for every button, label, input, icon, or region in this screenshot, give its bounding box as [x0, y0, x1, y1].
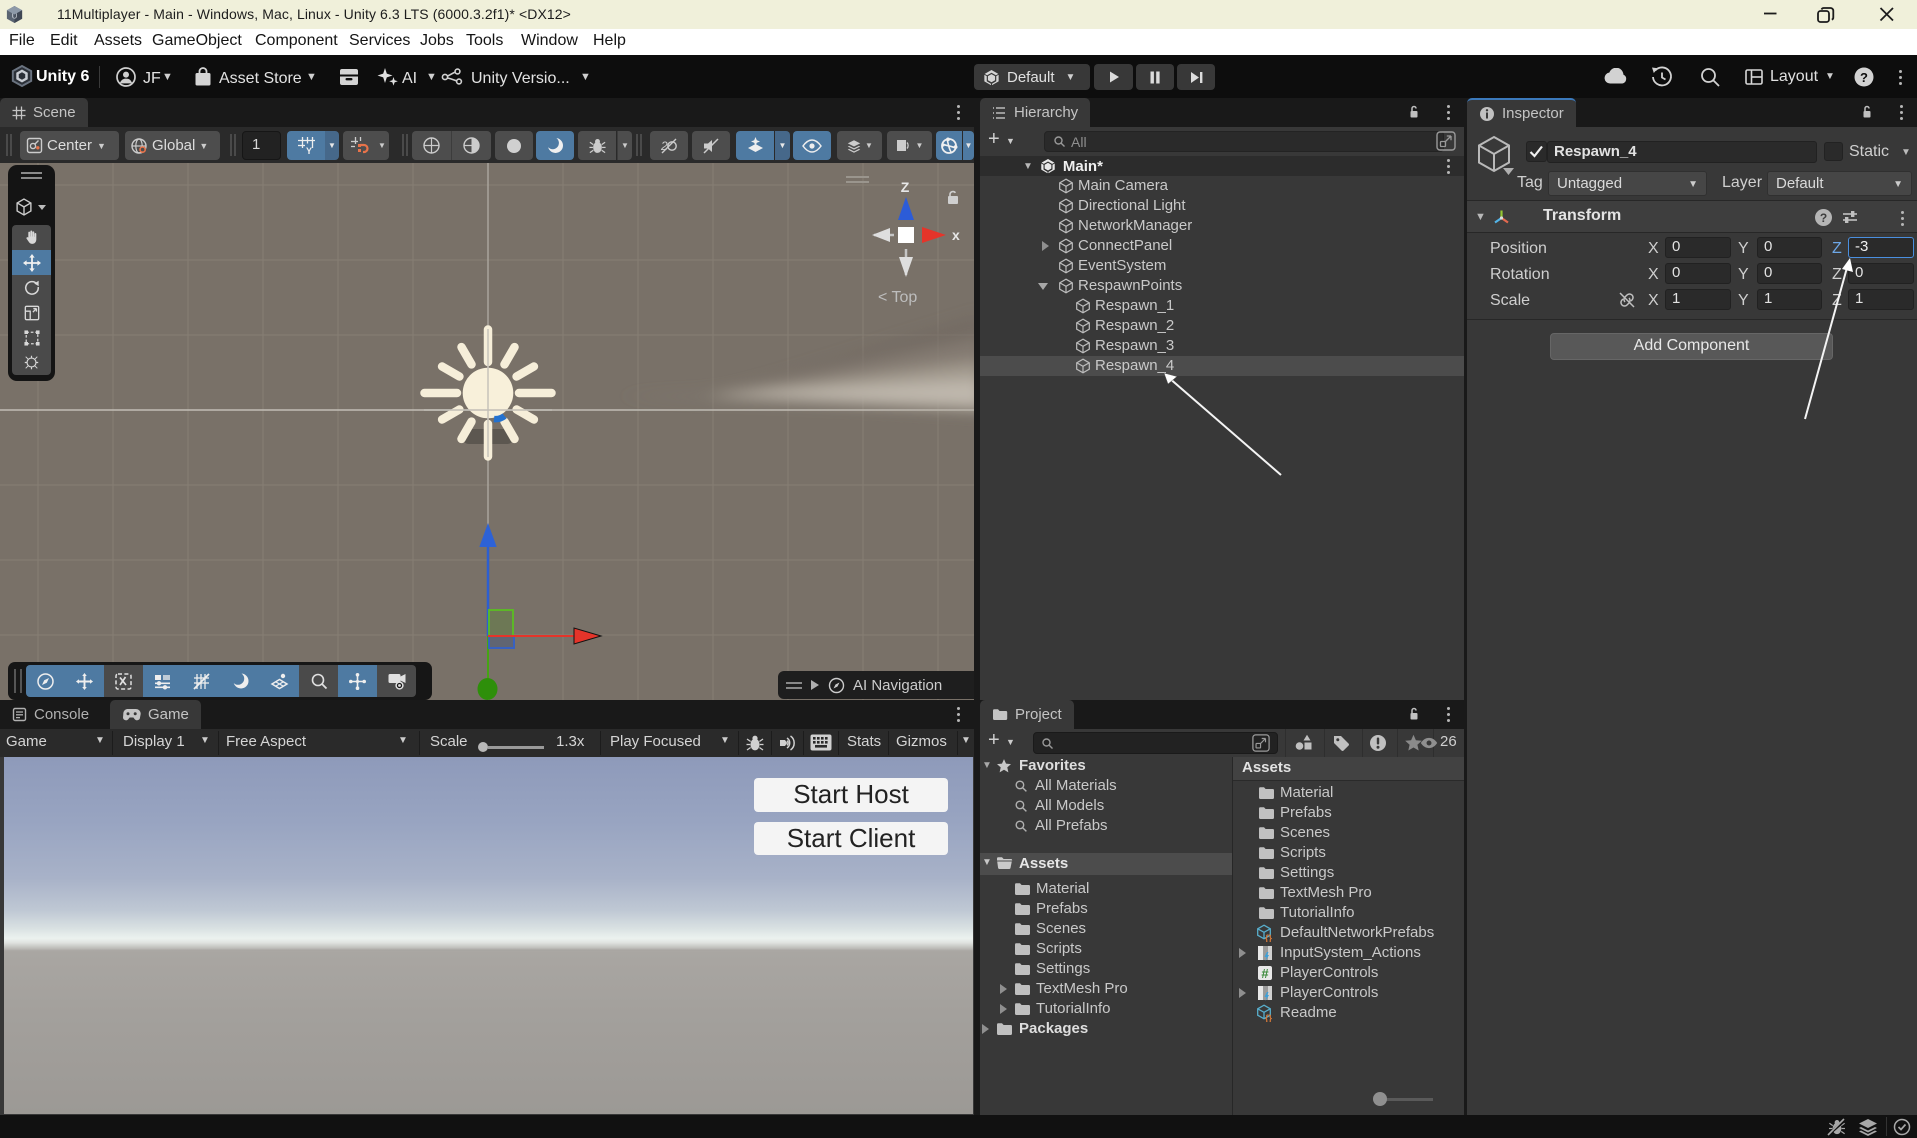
- svg-text:x: x: [952, 227, 960, 243]
- svg-text:?: ?: [1860, 70, 1868, 85]
- svg-text:Z: Z: [901, 179, 910, 195]
- svg-text:< Top: < Top: [878, 289, 917, 306]
- svg-text:Y: Y: [306, 146, 312, 155]
- svg-text:?: ?: [1820, 211, 1827, 225]
- svg-text:U: U: [12, 11, 17, 20]
